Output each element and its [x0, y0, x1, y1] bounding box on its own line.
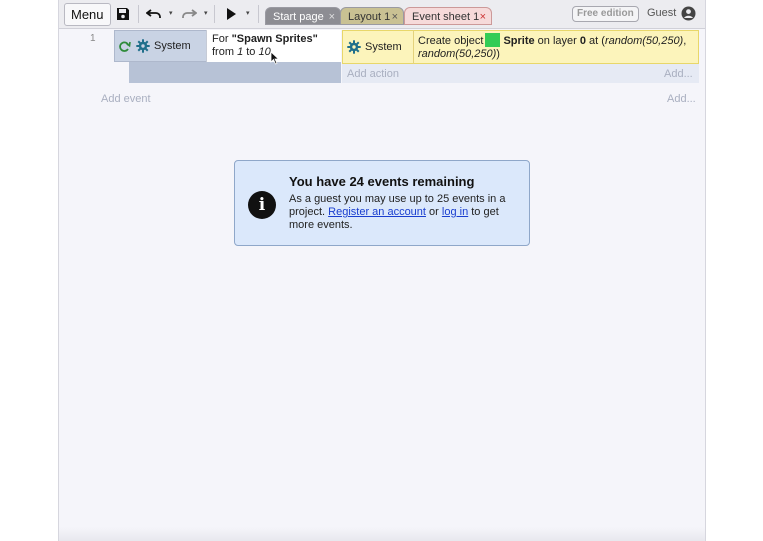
- add-event-link[interactable]: Add event: [101, 93, 151, 105]
- user-account-icon[interactable]: [681, 6, 696, 24]
- notice-title: You have 24 events remaining: [289, 174, 475, 189]
- action-object-name: System: [365, 41, 402, 53]
- add-action-link[interactable]: Add action: [347, 68, 399, 80]
- condition-text[interactable]: For "Spawn Sprites" from 1 to 10: [206, 30, 341, 65]
- register-account-link[interactable]: Register an account: [328, 206, 426, 218]
- event-block-body[interactable]: [129, 62, 341, 83]
- main-toolbar: Menu ▾ ▾ ▾ Start page × Layout 1 × Event…: [59, 0, 705, 29]
- notice-text: or: [425, 206, 442, 218]
- user-label[interactable]: Guest: [647, 7, 676, 19]
- redo-icon: [182, 9, 197, 18]
- menu-button[interactable]: Menu: [64, 3, 111, 26]
- undo-button[interactable]: [145, 5, 163, 23]
- action-separator: ,: [683, 35, 687, 47]
- free-edition-badge[interactable]: Free edition: [572, 6, 639, 22]
- info-icon: i: [248, 191, 276, 219]
- tab-event-sheet-1[interactable]: Event sheet 1 ×: [404, 7, 492, 25]
- notice-body: As a guest you may use up to 25 events i…: [289, 193, 521, 232]
- preview-button[interactable]: [224, 5, 238, 23]
- tab-label: Layout 1: [348, 11, 391, 23]
- events-remaining-notice: i You have 24 events remaining As a gues…: [234, 160, 530, 246]
- mouse-cursor-icon: [270, 51, 280, 65]
- event-number: 1: [90, 33, 96, 44]
- condition-object[interactable]: System: [114, 30, 205, 62]
- tab-label: Event sheet 1: [412, 11, 480, 23]
- condition-from: from: [212, 46, 238, 58]
- action-object-ref: Sprite: [503, 35, 535, 47]
- add-event-more-link[interactable]: Add...: [667, 93, 696, 105]
- play-icon: [226, 8, 236, 20]
- save-icon: [117, 8, 129, 20]
- condition-object-name: System: [154, 40, 191, 52]
- preview-dropdown-icon[interactable]: ▾: [246, 9, 250, 17]
- log-in-link[interactable]: log in: [442, 206, 468, 218]
- action-y-expression: random(50,250): [418, 48, 497, 60]
- action-layer-text: on layer: [534, 35, 580, 47]
- condition-prefix: For: [212, 33, 232, 45]
- sprite-thumbnail-icon: [485, 33, 501, 47]
- toolbar-separator: [214, 5, 215, 23]
- loop-name: "Spawn Sprites": [231, 33, 318, 45]
- loop-icon: [118, 40, 131, 53]
- redo-button[interactable]: [180, 5, 198, 23]
- gear-icon: [347, 40, 361, 54]
- toolbar-separator: [258, 5, 259, 23]
- action-x-expression: random(50,250): [604, 35, 684, 47]
- action-close: ): [496, 48, 500, 60]
- action-text[interactable]: Create object Sprite on layer 0 at (rando…: [418, 33, 698, 61]
- close-icon[interactable]: ×: [480, 8, 486, 26]
- toolbar-separator: [138, 5, 139, 23]
- action-at-text: at (: [586, 35, 605, 47]
- tab-start-page[interactable]: Start page ×: [265, 7, 341, 25]
- close-icon[interactable]: ×: [392, 8, 398, 26]
- tab-layout-1[interactable]: Layout 1 ×: [340, 7, 404, 25]
- undo-dropdown-icon[interactable]: ▾: [169, 9, 173, 17]
- undo-icon: [146, 9, 161, 18]
- add-action-more-link[interactable]: Add...: [664, 68, 693, 80]
- construct-editor: Menu ▾ ▾ ▾ Start page × Layout 1 × Event…: [58, 0, 706, 541]
- gear-icon: [136, 39, 150, 53]
- redo-dropdown-icon[interactable]: ▾: [204, 9, 208, 17]
- close-icon[interactable]: ×: [329, 8, 335, 26]
- tab-label: Start page: [273, 11, 324, 23]
- bottom-edge: [59, 527, 705, 541]
- condition-to: to: [243, 46, 259, 58]
- save-button[interactable]: [115, 5, 131, 23]
- action-prefix: Create object: [418, 35, 484, 47]
- loop-end: 10: [258, 46, 271, 58]
- action-object[interactable]: System: [342, 30, 414, 64]
